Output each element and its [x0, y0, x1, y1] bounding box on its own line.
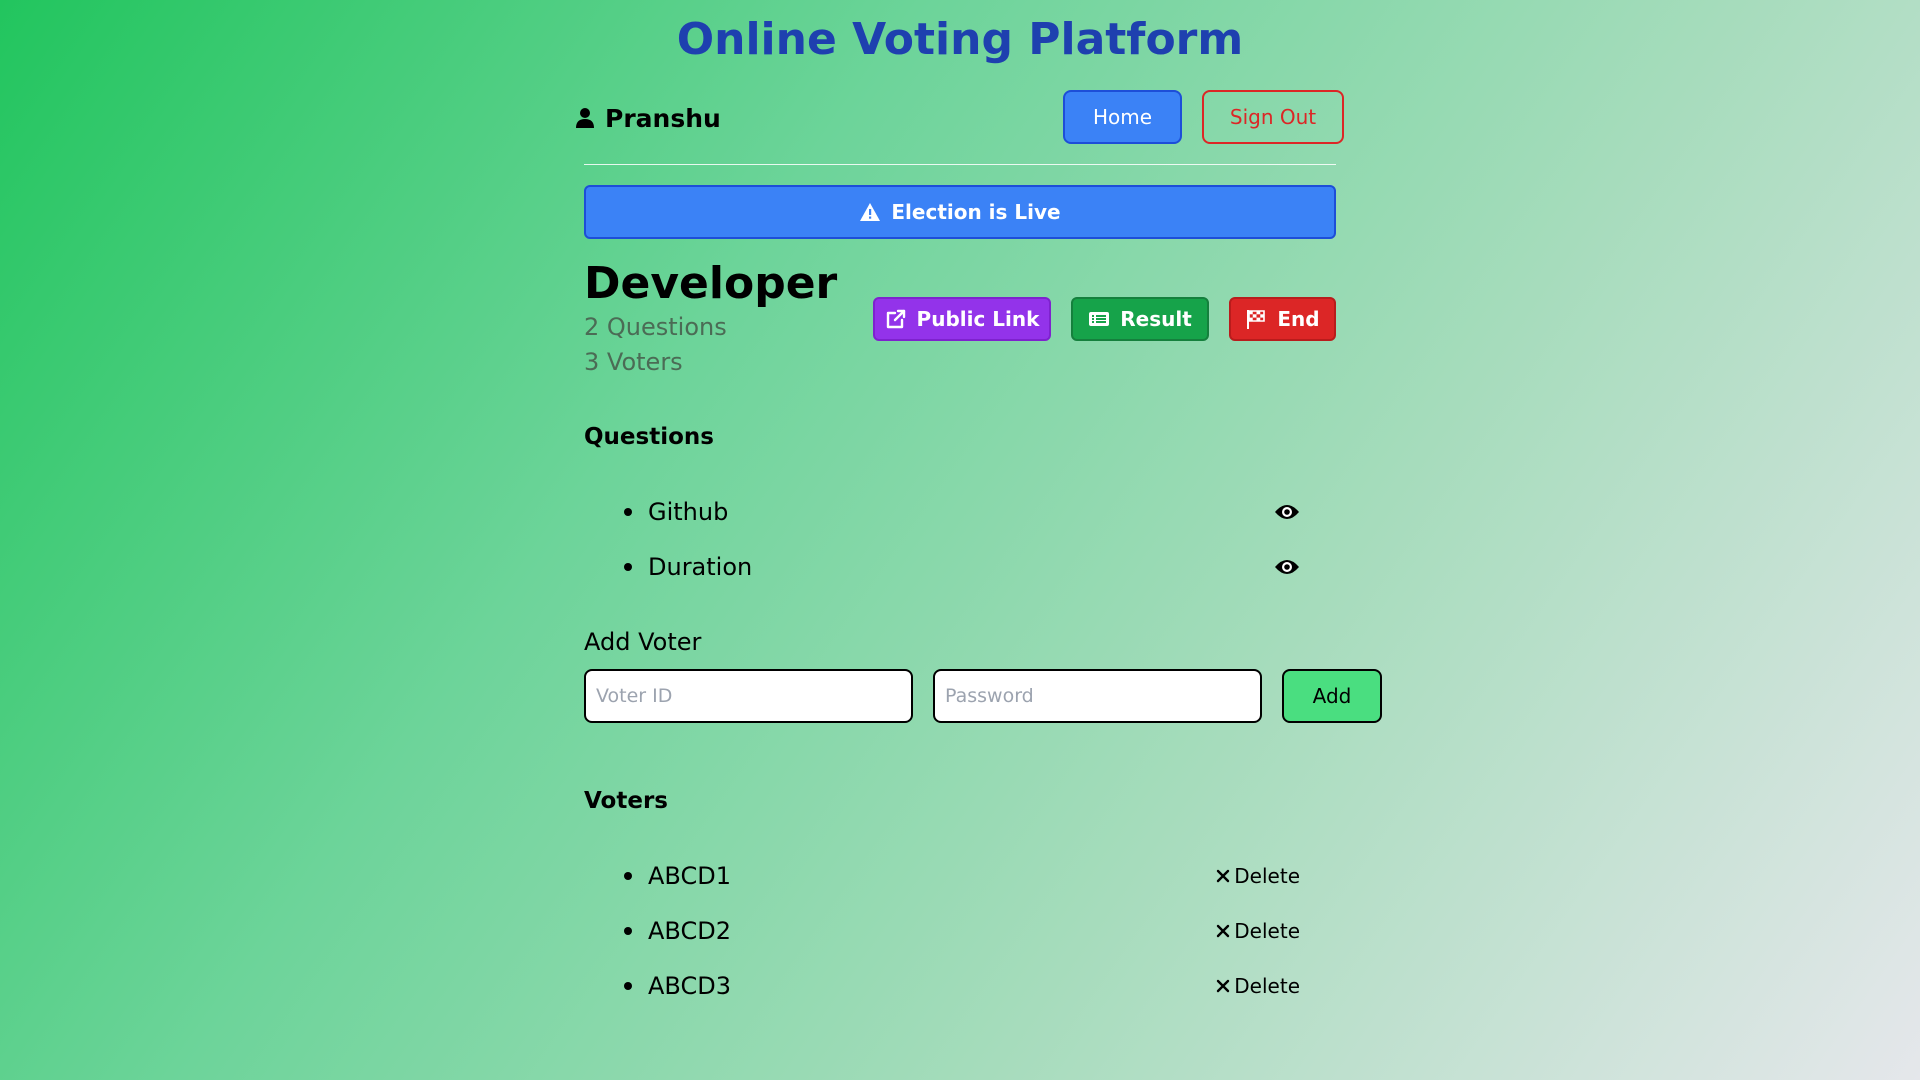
- public-link-label: Public Link: [916, 307, 1040, 331]
- bullet: [624, 872, 632, 880]
- delete-label: Delete: [1234, 864, 1300, 888]
- user-name: Pranshu: [605, 103, 721, 133]
- delete-voter-button[interactable]: Delete: [1216, 919, 1300, 943]
- flag-checkered-icon: [1247, 310, 1266, 329]
- bullet: [624, 927, 632, 935]
- result-button[interactable]: Result: [1071, 297, 1209, 341]
- add-voter-button[interactable]: Add: [1282, 669, 1382, 723]
- warning-icon: [860, 203, 881, 221]
- voter-label: ABCD1: [648, 862, 731, 890]
- app-title: Online Voting Platform: [676, 14, 1244, 65]
- header-divider: [584, 164, 1336, 165]
- close-icon: [1217, 924, 1230, 938]
- eye-icon[interactable]: [1274, 502, 1300, 522]
- delete-label: Delete: [1234, 919, 1300, 943]
- home-button[interactable]: Home: [1063, 90, 1182, 144]
- close-icon: [1217, 979, 1230, 993]
- delete-voter-button[interactable]: Delete: [1216, 974, 1300, 998]
- add-voter-heading: Add Voter: [584, 628, 702, 656]
- eye-icon[interactable]: [1274, 557, 1300, 577]
- bullet: [624, 508, 632, 516]
- question-label: Github: [648, 498, 729, 526]
- voter-item: ABCD2 Delete: [624, 914, 1300, 948]
- external-link-icon: [886, 309, 905, 329]
- delete-voter-button[interactable]: Delete: [1216, 864, 1300, 888]
- question-item: Github: [624, 495, 1300, 529]
- sign-out-button[interactable]: Sign Out: [1202, 90, 1344, 144]
- voter-id-input[interactable]: [584, 669, 913, 723]
- question-label: Duration: [648, 553, 753, 581]
- voter-item: ABCD3 Delete: [624, 969, 1300, 1003]
- user-icon: [576, 108, 594, 128]
- result-label: Result: [1120, 307, 1192, 331]
- password-input[interactable]: [933, 669, 1262, 723]
- voters-heading: Voters: [584, 788, 668, 814]
- end-button[interactable]: End: [1229, 297, 1336, 341]
- voter-label: ABCD3: [648, 972, 731, 1000]
- delete-label: Delete: [1234, 974, 1300, 998]
- public-link-button[interactable]: Public Link: [873, 297, 1051, 341]
- voters-count: 3 Voters: [584, 348, 683, 376]
- bullet: [624, 982, 632, 990]
- election-status-banner: Election is Live: [584, 185, 1336, 239]
- user-info: Pranshu: [575, 103, 721, 133]
- question-item: Duration: [624, 550, 1300, 584]
- voter-item: ABCD1 Delete: [624, 859, 1300, 893]
- close-icon: [1217, 869, 1230, 883]
- end-label: End: [1277, 307, 1320, 331]
- election-name: Developer: [584, 258, 838, 309]
- election-status-text: Election is Live: [891, 200, 1061, 224]
- list-icon: [1089, 312, 1110, 326]
- questions-heading: Questions: [584, 424, 714, 450]
- questions-count: 2 Questions: [584, 313, 727, 341]
- bullet: [624, 563, 632, 571]
- voter-label: ABCD2: [648, 917, 731, 945]
